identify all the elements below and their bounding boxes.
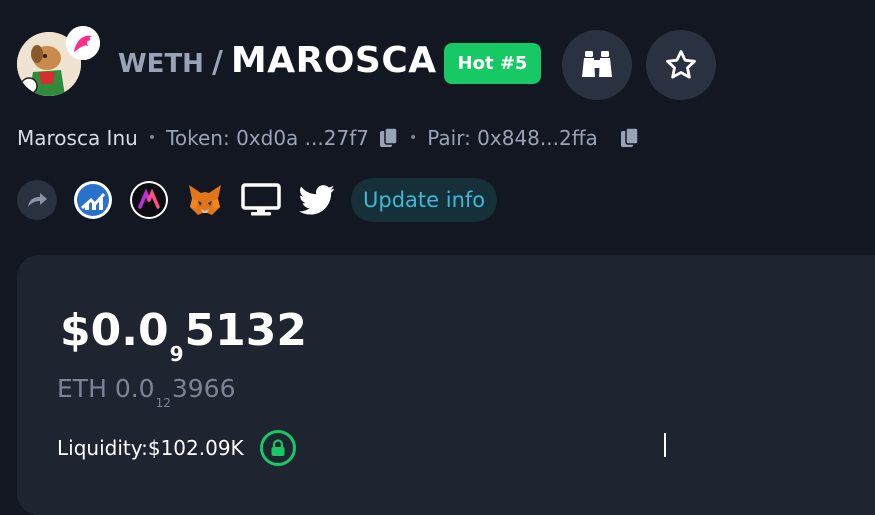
binoculars-icon (582, 51, 612, 77)
text-cursor (664, 433, 666, 457)
copy-token-icon[interactable] (379, 127, 399, 149)
copy-pair-icon[interactable] (620, 127, 640, 149)
twitter-icon (299, 185, 335, 215)
price-eth-zero-count: 12 (155, 396, 171, 410)
token-address[interactable]: Token: 0xd0a ...27f7 (166, 126, 369, 150)
price-usd-prefix: $0.0 (60, 305, 169, 356)
price-eth-digits: 3966 (171, 374, 236, 403)
aggregator-link[interactable] (129, 180, 169, 220)
price-usd-digits: 5132 (184, 305, 307, 356)
twitter-link[interactable] (297, 180, 337, 220)
liquidity-lock-button[interactable] (259, 430, 296, 466)
price-eth-prefix: ETH 0.0 (57, 374, 155, 403)
watch-button[interactable] (562, 30, 632, 100)
share-button[interactable] (17, 180, 57, 220)
quote-token: MAROSCA (230, 40, 437, 81)
price-usd: $0.0 9 5132 (60, 305, 307, 366)
chart-icon (74, 181, 112, 219)
update-info-button[interactable]: Update info (351, 178, 498, 222)
website-icon (241, 183, 281, 216)
price-usd-zero-count: 9 (169, 342, 184, 366)
lock-icon (271, 439, 285, 456)
metamask-button[interactable] (185, 180, 225, 220)
pair-address[interactable]: Pair: 0x848...2ffa (427, 126, 598, 150)
token-name: Marosca Inu (17, 126, 138, 150)
website-link[interactable] (241, 180, 281, 220)
chart-link[interactable] (73, 180, 113, 220)
links-row: Update info (17, 178, 498, 222)
pair-title: WETH / MAROSCA (118, 40, 437, 81)
price-eth: ETH 0.0 12 3966 (57, 374, 236, 410)
star-icon (666, 50, 696, 79)
base-token: WETH (118, 49, 204, 79)
separator-dot: • (408, 130, 418, 146)
dex-badge-icon (66, 26, 100, 60)
pair-separator: / (211, 45, 223, 80)
share-icon (17, 180, 57, 220)
aggregator-icon (130, 181, 168, 219)
favorite-button[interactable] (646, 30, 716, 100)
liquidity-row: Liquidity: $102.09K (57, 430, 296, 466)
hot-rank-badge[interactable]: Hot #5 (444, 43, 541, 84)
separator-dot: • (147, 130, 157, 146)
token-meta: Marosca Inu • Token: 0xd0a ...27f7 • Pai… (17, 126, 640, 150)
liquidity-value: $102.09K (147, 436, 244, 460)
metamask-icon (189, 185, 221, 215)
liquidity-label: Liquidity: (57, 436, 148, 460)
